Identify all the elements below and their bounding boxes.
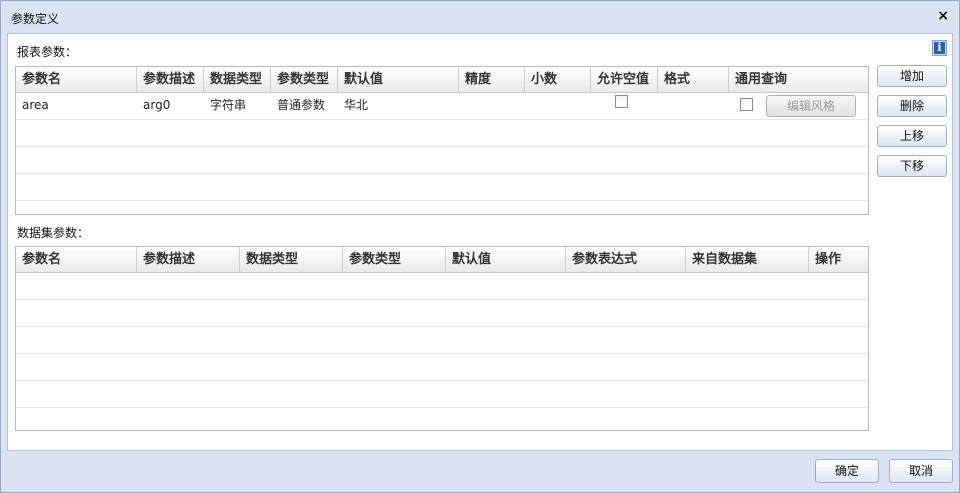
col-data-type[interactable]: 数据类型	[204, 67, 271, 92]
cell-format[interactable]	[658, 93, 729, 119]
col-allow-null[interactable]: 允许空值	[591, 67, 658, 92]
table-row[interactable]	[16, 381, 868, 408]
col-format[interactable]: 格式	[658, 67, 729, 92]
col-ds-param-type[interactable]: 参数类型	[343, 247, 446, 272]
cell-decimal[interactable]	[525, 93, 591, 119]
dialog-title: 参数定义	[11, 12, 60, 26]
col-ds-param-desc[interactable]: 参数描述	[137, 247, 240, 272]
cell-default-value[interactable]: 华北	[338, 93, 459, 119]
report-params-grid: 参数名 参数描述 数据类型 参数类型 默认值 精度 小数 允许空值 格式 通用查…	[15, 66, 869, 215]
dialog-body: 报表参数： i 参数名 参数描述 数据类型 参数类型 默认值 精度 小数 允许空…	[7, 33, 953, 451]
col-general-query[interactable]: 通用查询	[729, 67, 868, 92]
allow-null-checkbox[interactable]	[615, 95, 628, 108]
delete-button[interactable]: 删除	[877, 95, 947, 117]
table-row[interactable]	[16, 120, 868, 147]
col-param-desc[interactable]: 参数描述	[137, 67, 204, 92]
ok-button[interactable]: 确定	[815, 459, 879, 483]
cell-precision[interactable]	[459, 93, 525, 119]
table-row[interactable]	[16, 273, 868, 300]
dialog-titlebar: 参数定义 ×	[1, 1, 959, 33]
table-row[interactable]	[16, 174, 868, 201]
col-ds-from-dataset[interactable]: 来自数据集	[686, 247, 809, 272]
report-params-header: 参数名 参数描述 数据类型 参数类型 默认值 精度 小数 允许空值 格式 通用查…	[16, 67, 868, 93]
move-up-button[interactable]: 上移	[877, 125, 947, 147]
table-row[interactable]	[16, 300, 868, 327]
col-ds-operation[interactable]: 操作	[809, 247, 868, 272]
info-icon[interactable]: i	[932, 40, 947, 56]
close-icon[interactable]: ×	[937, 8, 949, 24]
dataset-params-label: 数据集参数：	[17, 226, 90, 240]
cell-param-type[interactable]: 普通参数	[271, 93, 338, 119]
general-query-checkbox[interactable]	[740, 98, 753, 111]
col-ds-default-value[interactable]: 默认值	[446, 247, 566, 272]
add-button[interactable]: 增加	[877, 65, 947, 87]
edit-style-button[interactable]: 编辑风格	[766, 95, 856, 117]
col-ds-param-name[interactable]: 参数名	[16, 247, 137, 272]
table-row[interactable]: area arg0 字符串 普通参数 华北 编辑风格	[16, 93, 868, 120]
dataset-params-grid: 参数名 参数描述 数据类型 参数类型 默认值 参数表达式 来自数据集 操作	[15, 246, 869, 431]
move-down-button[interactable]: 下移	[877, 155, 947, 177]
cell-param-name[interactable]: area	[16, 93, 137, 119]
col-param-name[interactable]: 参数名	[16, 67, 137, 92]
col-default-value[interactable]: 默认值	[338, 67, 459, 92]
cell-data-type[interactable]: 字符串	[204, 93, 271, 119]
report-params-label: 报表参数：	[17, 45, 78, 59]
parameter-definition-dialog: 参数定义 × 报表参数： i 参数名 参数描述 数据类型 参数类型 默认值 精度…	[0, 0, 960, 493]
col-param-type[interactable]: 参数类型	[271, 67, 338, 92]
col-precision[interactable]: 精度	[459, 67, 525, 92]
table-row[interactable]	[16, 147, 868, 174]
cell-param-desc[interactable]: arg0	[137, 93, 204, 119]
col-ds-param-expression[interactable]: 参数表达式	[566, 247, 686, 272]
col-decimal[interactable]: 小数	[525, 67, 591, 92]
cancel-button[interactable]: 取消	[889, 459, 953, 483]
col-ds-data-type[interactable]: 数据类型	[240, 247, 343, 272]
table-row[interactable]	[16, 354, 868, 381]
table-row[interactable]	[16, 327, 868, 354]
dataset-params-header: 参数名 参数描述 数据类型 参数类型 默认值 参数表达式 来自数据集 操作	[16, 247, 868, 273]
